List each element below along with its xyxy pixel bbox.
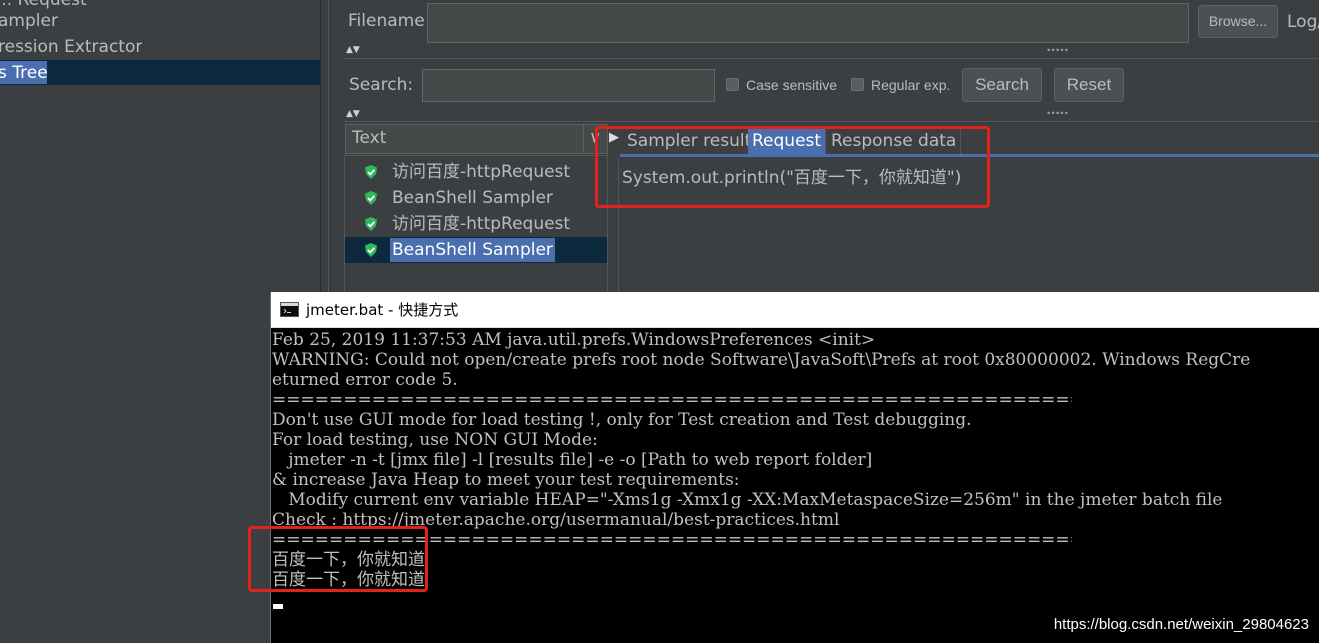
case-sensitive-checkbox[interactable] <box>726 78 739 91</box>
tree-item-view-results-tree[interactable]: s Tree <box>0 61 48 85</box>
console-window: jmeter.bat - 快捷方式 Feb 25, 2019 11:37:53 … <box>248 292 1319 643</box>
case-sensitive-label: Case sensitive <box>746 77 838 93</box>
list-item-label: BeanShell Sampler <box>392 188 553 208</box>
regular-exp-checkbox[interactable] <box>851 78 864 91</box>
divider <box>344 121 1319 122</box>
splitter-grip-icon[interactable]: ∙∙∙∙∙ <box>1046 46 1069 56</box>
log-errors-label: Log/ <box>1287 12 1319 32</box>
tree-item-regex-extractor[interactable]: ression Extractor <box>0 35 142 59</box>
console-line: Modify current env variable HEAP="-Xms1g… <box>272 490 1223 510</box>
filename-input[interactable] <box>427 3 1189 43</box>
renderer-select[interactable]: Text ∨ <box>345 124 608 154</box>
search-input[interactable] <box>422 69 715 102</box>
regular-exp-label: Regular exp. <box>871 77 951 93</box>
search-button[interactable]: Search <box>962 68 1042 102</box>
console-output: Feb 25, 2019 11:37:53 AM java.util.prefs… <box>271 330 1319 643</box>
tree-selection-highlight <box>0 60 320 85</box>
tree-item-beanshell-sampler[interactable]: ampler <box>0 9 58 33</box>
splitter-grip-icon[interactable]: ∙∙∙∙∙ <box>1046 109 1069 119</box>
divider <box>583 125 584 153</box>
renderer-select-value: Text <box>352 128 387 148</box>
console-line: ========================================… <box>272 390 1072 410</box>
shield-check-icon <box>365 217 377 231</box>
browse-button[interactable]: Browse... <box>1198 5 1278 38</box>
annotation-highlight-box <box>248 526 428 592</box>
console-title-bar[interactable]: jmeter.bat - 快捷方式 <box>271 292 1319 328</box>
console-line: jmeter -n -t [jmx file] -l [results file… <box>272 450 873 470</box>
console-line: WARNING: Could not open/create prefs roo… <box>272 350 1251 370</box>
shield-check-icon <box>365 191 377 205</box>
collapse-arrows-icon[interactable]: ▲▼ <box>346 45 360 55</box>
watermark: https://blog.csdn.net/weixin_29804623 <box>1053 616 1309 633</box>
shield-check-icon <box>365 243 377 257</box>
console-line: Feb 25, 2019 11:37:53 AM java.util.prefs… <box>272 330 876 350</box>
collapse-arrows-icon[interactable]: ▲▼ <box>346 109 360 119</box>
console-title: jmeter.bat - 快捷方式 <box>306 301 459 319</box>
divider <box>344 58 1319 59</box>
filename-label: Filename <box>348 11 425 31</box>
list-item-label: 访问百度-httpRequest <box>392 162 571 182</box>
list-item-label: 访问百度-httpRequest <box>392 214 571 234</box>
reset-button[interactable]: Reset <box>1054 68 1124 102</box>
console-line: For load testing, use NON GUI Mode: <box>272 430 598 450</box>
list-item-label: BeanShell Sampler <box>390 238 555 262</box>
console-line: eturned error code 5. <box>272 370 458 390</box>
console-cursor <box>273 604 283 609</box>
console-line: Don't use GUI mode for load testing !, o… <box>272 410 972 430</box>
terminal-icon <box>280 302 299 317</box>
shield-check-icon <box>365 165 377 179</box>
search-label: Search: <box>349 75 414 95</box>
console-line: & increase Java Heap to meet your test r… <box>272 470 740 490</box>
annotation-highlight-box <box>595 126 990 208</box>
